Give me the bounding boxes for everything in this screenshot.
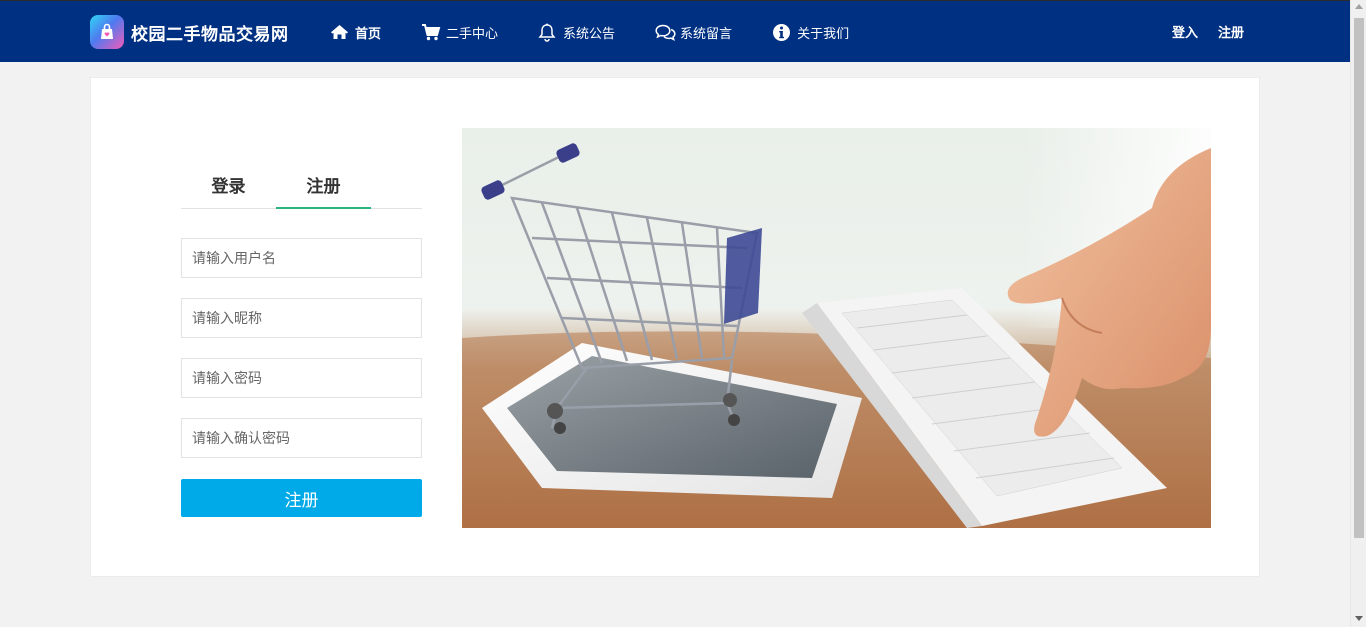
nav-item-label: 系统留言 (680, 26, 733, 42)
username-input[interactable] (181, 238, 422, 278)
cart-icon (421, 22, 443, 42)
nav-item-messages[interactable]: 系统留言 (655, 20, 732, 44)
nav-item-label: 二手中心 (446, 26, 499, 42)
auth-links: 登入 注册 (1172, 22, 1264, 41)
scrollbar-thumb[interactable] (1354, 18, 1364, 538)
register-submit-button[interactable]: 注册 (181, 479, 422, 517)
nav-item-about[interactable]: 关于我们 (772, 20, 849, 44)
nav-item-label: 系统公告 (563, 26, 616, 42)
tab-login[interactable]: 登录 (181, 172, 276, 209)
nav-item-announcements[interactable]: 系统公告 (538, 20, 615, 44)
nav-item-label: 首页 (355, 26, 382, 42)
main-nav: 首页 二手中心 系统公告 系统留言 关于我们 (330, 20, 889, 44)
vertical-scrollbar[interactable] (1350, 0, 1366, 627)
register-card: 登录 注册 注册 (90, 77, 1260, 577)
scroll-down-arrow-icon[interactable] (1355, 616, 1363, 621)
nav-item-label: 关于我们 (797, 26, 850, 42)
top-navbar: 校园二手物品交易网 首页 二手中心 系统公告 系统留言 关于我们 登入 注册 (0, 0, 1350, 62)
shopping-bag-icon (90, 15, 124, 49)
auth-tabs: 登录 注册 (181, 172, 422, 209)
password-input[interactable] (181, 358, 422, 398)
login-link[interactable]: 登入 (1172, 22, 1198, 41)
info-icon (772, 22, 794, 42)
confirm-password-input[interactable] (181, 418, 422, 458)
tab-register[interactable]: 注册 (276, 172, 371, 209)
nickname-input[interactable] (181, 298, 422, 338)
register-link[interactable]: 注册 (1218, 22, 1244, 41)
bell-icon (538, 22, 560, 42)
shopping-cart-keyboard-illustration (462, 128, 1211, 528)
site-title: 校园二手物品交易网 (131, 24, 289, 45)
nav-item-home[interactable]: 首页 (330, 20, 381, 44)
comments-icon (655, 22, 677, 42)
site-logo[interactable]: 校园二手物品交易网 (90, 15, 289, 49)
scroll-up-arrow-icon[interactable] (1355, 4, 1363, 9)
home-icon (330, 22, 352, 42)
hero-image (462, 128, 1211, 528)
nav-item-secondhand[interactable]: 二手中心 (421, 20, 498, 44)
